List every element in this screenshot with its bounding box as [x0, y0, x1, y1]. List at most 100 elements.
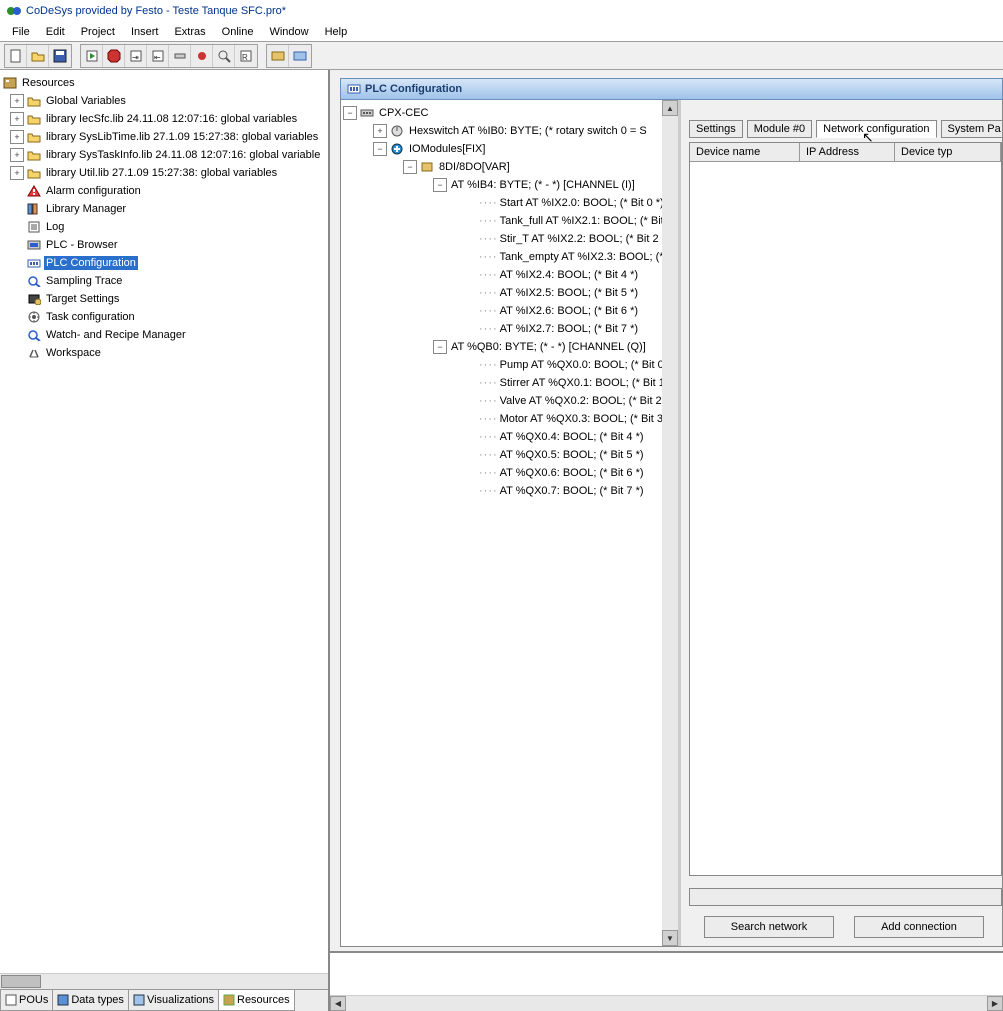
twisty-leaf [463, 484, 477, 498]
collapse-icon[interactable]: − [433, 340, 447, 354]
plc-tree[interactable]: −CPX-CEC+Hexswitch AT %IB0: BYTE; (* rot… [341, 100, 681, 946]
plc-node[interactable]: −CPX-CEC [343, 104, 676, 122]
tb-break[interactable] [191, 45, 213, 67]
res-alarm-configuration[interactable]: Alarm configuration [2, 182, 326, 200]
res-workspace[interactable]: Workspace [2, 344, 326, 362]
tab-visualizations[interactable]: Visualizations [128, 990, 219, 1011]
expand-icon[interactable]: + [10, 94, 24, 108]
col-device-name[interactable]: Device name [690, 143, 800, 161]
res-plc-browser[interactable]: PLC - Browser [2, 236, 326, 254]
tb-open[interactable] [27, 45, 49, 67]
expand-icon[interactable]: + [10, 166, 24, 180]
plc-node[interactable]: ····AT %IX2.4: BOOL; (* Bit 4 *) [343, 266, 676, 284]
plc-node[interactable]: −8DI/8DO[VAR] [343, 158, 676, 176]
col-ip-address[interactable]: IP Address [800, 143, 895, 161]
plc-node[interactable]: ····Stir_T AT %IX2.2: BOOL; (* Bit 2 *) [343, 230, 676, 248]
tab-datatypes[interactable]: Data types [52, 990, 129, 1011]
tb-globalsearch[interactable] [213, 45, 235, 67]
res-task-configuration[interactable]: Task configuration [2, 308, 326, 326]
plc-tree-scrollbar-v[interactable]: ▲▼ [662, 100, 678, 946]
menu-extras[interactable]: Extras [166, 24, 213, 40]
plc-node[interactable]: ····AT %QX0.6: BOOL; (* Bit 6 *) [343, 464, 676, 482]
twisty-none [10, 274, 24, 288]
expand-icon[interactable]: + [373, 124, 387, 138]
tb-logout[interactable]: ⇤ [147, 45, 169, 67]
plc-node[interactable]: ····AT %IX2.6: BOOL; (* Bit 6 *) [343, 302, 676, 320]
resources-scrollbar-h[interactable] [0, 973, 328, 989]
menu-help[interactable]: Help [317, 24, 356, 40]
expand-icon[interactable]: + [10, 148, 24, 162]
res-library-manager[interactable]: Library Manager [2, 200, 326, 218]
res-plc-configuration[interactable]: PLC Configuration [2, 254, 326, 272]
plc-config-titlebar[interactable]: PLC Configuration [340, 78, 1003, 100]
tab-system-pa[interactable]: System Pa [941, 120, 1002, 138]
plc-node[interactable]: −AT %QB0: BYTE; (* - *) [CHANNEL (Q)] [343, 338, 676, 356]
device-table-header: Device name IP Address Device typ [690, 143, 1001, 162]
res-log[interactable]: Log [2, 218, 326, 236]
plc-node[interactable]: ····AT %QX0.7: BOOL; (* Bit 7 *) [343, 482, 676, 500]
menu-file[interactable]: File [4, 24, 38, 40]
add-connection-button[interactable]: Add connection [854, 916, 984, 938]
menu-insert[interactable]: Insert [123, 24, 167, 40]
resources-tree[interactable]: Resources+Global Variables+library IecSf… [0, 70, 328, 973]
plc-node[interactable]: ····Start AT %IX2.0: BOOL; (* Bit 0 *) [343, 194, 676, 212]
output-scrollbar-h[interactable]: ◀▶ [330, 995, 1003, 1011]
tab-module0[interactable]: Module #0 [747, 120, 812, 138]
plc-node[interactable]: ····Tank_full AT %IX2.1: BOOL; (* Bit 1 [343, 212, 676, 230]
plc-node[interactable]: ····Pump AT %QX0.0: BOOL; (* Bit 0 * [343, 356, 676, 374]
plc-node[interactable]: −AT %IB4: BYTE; (* - *) [CHANNEL (I)] [343, 176, 676, 194]
collapse-icon[interactable]: − [343, 106, 357, 120]
res-library-syslibtime-lib-27-1-09[interactable]: +library SysLibTime.lib 27.1.09 15:27:38… [2, 128, 326, 146]
twisty-none [10, 310, 24, 324]
plc-node[interactable]: ····AT %IX2.5: BOOL; (* Bit 5 *) [343, 284, 676, 302]
plc-node[interactable]: ····Motor AT %QX0.3: BOOL; (* Bit 3 *) [343, 410, 676, 428]
tb-run[interactable] [81, 45, 103, 67]
plc-node[interactable]: +Hexswitch AT %IB0: BYTE; (* rotary swit… [343, 122, 676, 140]
twisty-none [10, 292, 24, 306]
tb-step[interactable] [169, 45, 191, 67]
plc-node[interactable]: ····AT %QX0.5: BOOL; (* Bit 5 *) [343, 446, 676, 464]
res-global-variables[interactable]: +Global Variables [2, 92, 326, 110]
menu-project[interactable]: Project [73, 24, 123, 40]
tab-network-config[interactable]: Network configuration [816, 120, 936, 138]
menu-online[interactable]: Online [214, 24, 262, 40]
plc-node[interactable]: ····AT %QX0.4: BOOL; (* Bit 4 *) [343, 428, 676, 446]
expand-icon[interactable]: + [10, 112, 24, 126]
search-network-button[interactable]: Search network [704, 916, 834, 938]
col-device-type[interactable]: Device typ [895, 143, 1001, 161]
res-sampling-trace[interactable]: Sampling Trace [2, 272, 326, 290]
resources-root[interactable]: Resources [2, 74, 326, 92]
menu-window[interactable]: Window [261, 24, 316, 40]
collapse-icon[interactable]: − [403, 160, 417, 174]
tab-visualizations-label: Visualizations [147, 994, 214, 1006]
tab-settings[interactable]: Settings [689, 120, 743, 138]
tb-new[interactable] [5, 45, 27, 67]
tab-pous[interactable]: POUs [0, 990, 53, 1011]
tree-item-label: Library Manager [44, 202, 128, 216]
res-watch-and-recipe-manager[interactable]: Watch- and Recipe Manager [2, 326, 326, 344]
device-table[interactable]: Device name IP Address Device typ [689, 142, 1002, 876]
plc-node-label: IOModules[FIX] [407, 142, 487, 156]
res-library-iecsfc-lib-24-11-08-12[interactable]: +library IecSfc.lib 24.11.08 12:07:16: g… [2, 110, 326, 128]
device-icon [359, 106, 375, 120]
collapse-icon[interactable]: − [373, 142, 387, 156]
expand-icon[interactable]: + [10, 130, 24, 144]
plc-node[interactable]: ····AT %IX2.7: BOOL; (* Bit 7 *) [343, 320, 676, 338]
res-library-util-lib-27-1-09-15-27[interactable]: +library Util.lib 27.1.09 15:27:38: glob… [2, 164, 326, 182]
tb-save[interactable] [49, 45, 71, 67]
plc-node[interactable]: ····Tank_empty AT %IX2.3: BOOL; (* E [343, 248, 676, 266]
tb-stop[interactable] [103, 45, 125, 67]
collapse-icon[interactable]: − [433, 178, 447, 192]
tb-globalreplace[interactable]: R [235, 45, 257, 67]
plc-node-label: Stir_T AT %IX2.2: BOOL; (* Bit 2 *) [498, 232, 672, 246]
res-library-systaskinfo-lib-24-11-[interactable]: +library SysTaskInfo.lib 24.11.08 12:07:… [2, 146, 326, 164]
tb-extra2[interactable] [289, 45, 311, 67]
plc-node[interactable]: − IOModules[FIX] [343, 140, 676, 158]
tb-login[interactable]: ⇥ [125, 45, 147, 67]
menu-edit[interactable]: Edit [38, 24, 73, 40]
res-target-settings[interactable]: Target Settings [2, 290, 326, 308]
tab-resources[interactable]: Resources [218, 990, 295, 1011]
tb-extra1[interactable] [267, 45, 289, 67]
plc-node[interactable]: ····Valve AT %QX0.2: BOOL; (* Bit 2 *) [343, 392, 676, 410]
plc-node[interactable]: ····Stirrer AT %QX0.1: BOOL; (* Bit 1 * [343, 374, 676, 392]
